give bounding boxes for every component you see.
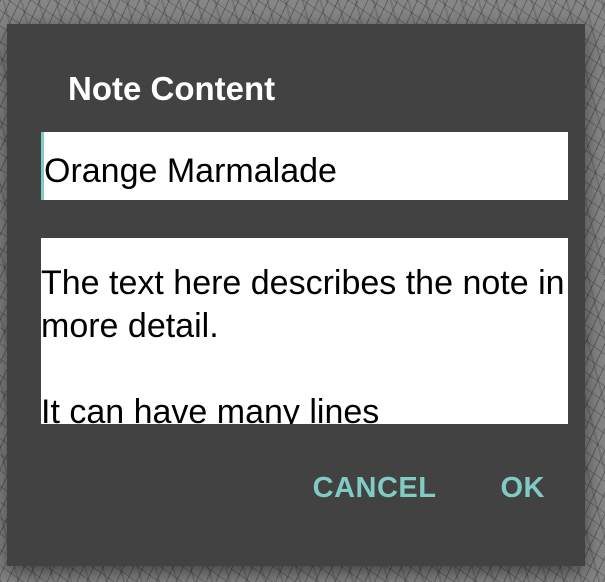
cancel-button[interactable]: CANCEL xyxy=(313,472,437,505)
dialog-actions: CANCEL OK xyxy=(313,472,545,505)
dialog-title: Note Content xyxy=(68,70,276,107)
note-content-dialog: Note Content The text here describes the… xyxy=(7,24,585,566)
note-body-input[interactable]: The text here describes the note in more… xyxy=(41,238,568,424)
ok-button[interactable]: OK xyxy=(501,472,546,505)
note-title-input[interactable] xyxy=(41,132,568,200)
